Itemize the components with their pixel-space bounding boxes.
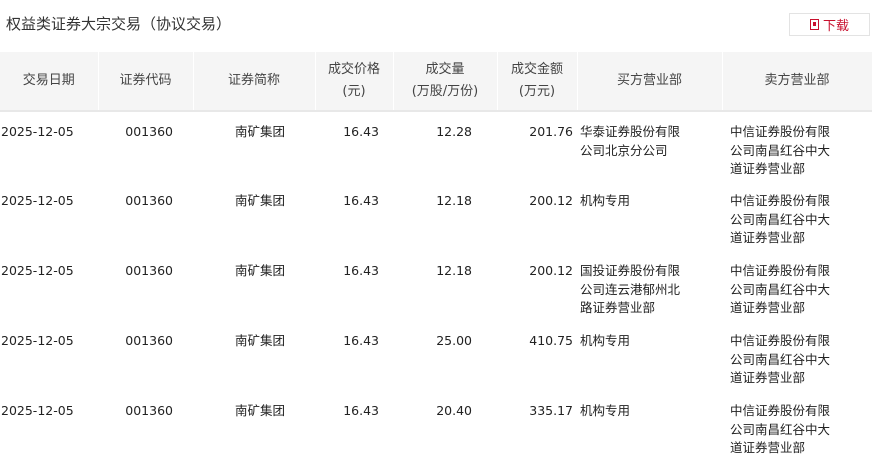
cell-seller: 中信证券股份有限公司南昌红谷中大道证券营业部 xyxy=(730,263,831,315)
cell-date: 2025-12-05 xyxy=(1,193,74,208)
cell-seller: 中信证券股份有限公司南昌红谷中大道证券营业部 xyxy=(730,193,831,245)
cell-volume: 12.18 xyxy=(436,193,472,208)
column-header: 成交量 (万股/万份) xyxy=(393,52,498,112)
cell-buyer: 机构专用 xyxy=(580,403,631,418)
cell-date: 2025-12-05 xyxy=(1,263,74,278)
cell-date: 2025-12-05 xyxy=(1,333,74,348)
cell-volume: 12.28 xyxy=(436,124,472,139)
cell-price: 16.43 xyxy=(343,124,379,139)
table-row: 2025-12-05 001360 南矿集团 16.43 12.18 200.12 国投证券… xyxy=(0,251,872,321)
table-row: 2025-12-05 001360 南矿集团 16.43 12.18 200.12 机构专用… xyxy=(0,181,872,251)
block-trade-table: 交易日期 证券代码 证券简称 成交价格 (元) 成交量 (万股/万份) 成交金额 (万元) 买方营… xyxy=(0,52,872,461)
cell-name: 南矿集团 xyxy=(234,124,285,139)
column-header: 证券代码 xyxy=(98,52,194,112)
cell-volume: 20.40 xyxy=(436,403,472,418)
cell-amount: 335.17 xyxy=(529,403,573,418)
cell-buyer: 机构专用 xyxy=(580,333,631,348)
column-header: 成交金额 (万元) xyxy=(497,52,578,112)
cell-buyer: 机构专用 xyxy=(580,193,631,208)
pdf-icon xyxy=(809,19,819,30)
cell-date: 2025-12-05 xyxy=(1,124,74,139)
cell-price: 16.43 xyxy=(343,403,379,418)
cell-volume: 12.18 xyxy=(436,263,472,278)
cell-code: 001360 xyxy=(125,263,173,278)
cell-code: 001360 xyxy=(125,193,173,208)
cell-price: 16.43 xyxy=(343,333,379,348)
cell-code: 001360 xyxy=(125,124,173,139)
cell-name: 南矿集团 xyxy=(234,403,285,418)
cell-amount: 200.12 xyxy=(529,263,573,278)
column-header: 买方营业部 xyxy=(577,52,723,112)
download-label: 下载 xyxy=(822,19,849,34)
cell-name: 南矿集团 xyxy=(234,193,285,208)
column-header: 卖方营业部 xyxy=(722,52,872,112)
cell-code: 001360 xyxy=(125,333,173,348)
column-header: 成交价格 (元) xyxy=(315,52,394,112)
cell-name: 南矿集团 xyxy=(234,263,285,278)
cell-amount: 200.12 xyxy=(529,193,573,208)
cell-amount: 201.76 xyxy=(529,124,573,139)
cell-buyer: 国投证券股份有限公司连云港郁州北路证券营业部 xyxy=(580,263,681,315)
download-button[interactable]: 下载 xyxy=(789,13,870,36)
cell-seller: 中信证券股份有限公司南昌红谷中大道证券营业部 xyxy=(730,124,831,176)
cell-price: 16.43 xyxy=(343,193,379,208)
cell-name: 南矿集团 xyxy=(234,333,285,348)
table-row: 2025-12-05 001360 南矿集团 16.43 12.28 201.76 华泰证券… xyxy=(0,111,872,181)
cell-amount: 410.75 xyxy=(529,333,573,348)
cell-code: 001360 xyxy=(125,403,173,418)
column-header: 交易日期 xyxy=(0,52,99,112)
table-row: 2025-12-05 001360 南矿集团 16.43 25.00 410.75 机构专用… xyxy=(0,321,872,391)
cell-price: 16.43 xyxy=(343,263,379,278)
table-row: 2025-12-05 001360 南矿集团 16.43 20.40 335.17 机构专用… xyxy=(0,391,872,461)
cell-seller: 中信证券股份有限公司南昌红谷中大道证券营业部 xyxy=(730,403,831,455)
column-header: 证券简称 xyxy=(193,52,316,112)
cell-volume: 25.00 xyxy=(436,333,472,348)
cell-seller: 中信证券股份有限公司南昌红谷中大道证券营业部 xyxy=(730,333,831,385)
cell-date: 2025-12-05 xyxy=(1,403,74,418)
cell-buyer: 华泰证券股份有限公司北京分公司 xyxy=(580,124,681,158)
page-title: 权益类证券大宗交易（协议交易） xyxy=(6,15,232,33)
